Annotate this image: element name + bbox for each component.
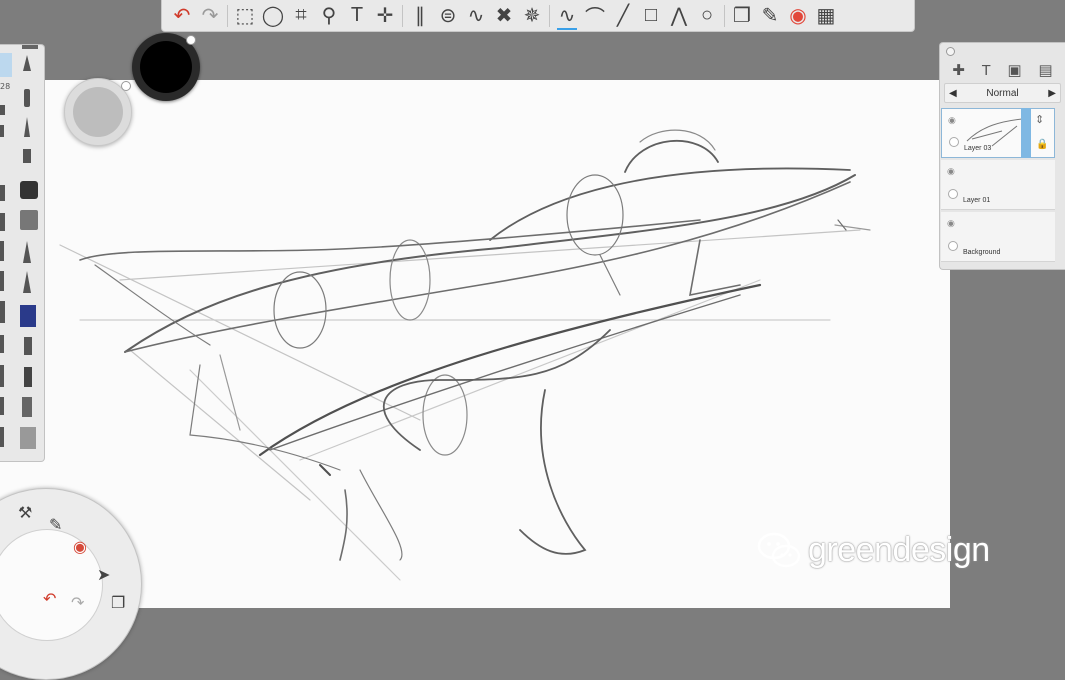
layer-name: Background	[963, 249, 1001, 256]
ruler-icon[interactable]: ∥	[406, 2, 434, 30]
copy-icon[interactable]: ❐	[111, 593, 125, 613]
layer-item[interactable]: ◉ Background	[941, 212, 1055, 262]
rectangle-icon[interactable]: □	[637, 2, 665, 30]
visibility-eye-icon[interactable]: ◉	[948, 115, 956, 126]
visibility-eye-icon[interactable]: ◉	[947, 218, 955, 229]
primary-color-dot	[186, 35, 196, 45]
undo-icon[interactable]: ↶	[168, 2, 196, 30]
brush-icon[interactable]: ✎	[49, 515, 62, 535]
toolbar-separator	[549, 4, 550, 27]
layer-opacity-icon[interactable]: ⇕	[1035, 113, 1044, 126]
text-icon[interactable]: T	[343, 2, 371, 30]
watermark-text: greendesign	[808, 530, 990, 569]
tools-icon[interactable]: ⚒	[18, 503, 32, 523]
color-wheel-icon[interactable]: ◉	[73, 537, 87, 557]
layer-tools: ✚ T ▣ ▤	[940, 59, 1065, 81]
layer-select-radio[interactable]	[948, 241, 958, 251]
drawing-canvas[interactable]	[0, 80, 950, 608]
chevron-left-icon[interactable]: ◀	[949, 88, 957, 99]
circle-icon[interactable]: ○	[693, 2, 721, 30]
secondary-color-puck[interactable]	[64, 78, 132, 146]
primary-color-puck[interactable]	[132, 33, 200, 101]
brush-presets[interactable]: 28	[0, 45, 44, 461]
primary-color-swatch	[140, 41, 192, 93]
ellipse-guide-icon[interactable]: ⊜	[434, 2, 462, 30]
color-wheel-icon[interactable]: ◉	[784, 2, 812, 30]
select-arrow-icon[interactable]: ➤	[97, 565, 110, 585]
brush-library-icon[interactable]: ✎	[756, 2, 784, 30]
toolbar-separator	[227, 4, 228, 27]
blend-mode-label: Normal	[986, 87, 1019, 99]
undo-icon[interactable]: ↶	[43, 589, 56, 609]
add-text-layer-icon[interactable]: T	[982, 62, 991, 79]
freehand-line-icon[interactable]: ∿	[553, 2, 581, 30]
secondary-color-swatch	[73, 87, 123, 137]
radial-symmetry-icon[interactable]: ✵	[518, 2, 546, 30]
zoom-icon[interactable]: ⚲	[315, 2, 343, 30]
layer-item[interactable]: ◉ Layer 01	[941, 160, 1055, 210]
sketch-drawing	[59, 129, 871, 581]
brush-size-label: 28	[0, 82, 10, 91]
add-image-icon[interactable]: ▣	[1008, 61, 1022, 79]
main-toolbar: ↶ ↷ ⬚ ◯ ⌗ ⚲ T ✛ ∥ ⊜ ∿ ✖ ✵ ∿ ⌒ ╱ □ ⋀ ○ ❐ ✎ ◉ ▦	[161, 0, 915, 32]
layer-scroll-indicator	[1021, 108, 1031, 158]
redo-icon[interactable]: ↷	[196, 2, 224, 30]
panel-close-icon[interactable]	[946, 47, 955, 56]
brush-library-panel: 28	[0, 44, 45, 462]
layer-select-radio[interactable]	[948, 189, 958, 199]
chevron-right-icon[interactable]: ▶	[1048, 88, 1056, 99]
toolbar-separator	[724, 4, 725, 27]
watermark: greendesign	[756, 530, 990, 570]
layer-lock-icon[interactable]: 🔒	[1036, 139, 1048, 150]
curve-line-icon[interactable]: ⌒	[581, 2, 609, 30]
radial-menu-center	[0, 529, 103, 641]
rect-select-icon[interactable]: ⬚	[231, 2, 259, 30]
redo-icon[interactable]: ↷	[71, 593, 84, 613]
blend-mode-selector[interactable]: ◀ Normal ▶	[944, 83, 1061, 103]
move-icon[interactable]: ✛	[371, 2, 399, 30]
polyline-icon[interactable]: ⋀	[665, 2, 693, 30]
lasso-icon[interactable]: ◯	[259, 2, 287, 30]
layer-select-radio[interactable]	[949, 137, 959, 147]
layer-name: Layer 01	[963, 197, 991, 204]
copy-paste-icon[interactable]: ❐	[728, 2, 756, 30]
wechat-icon	[757, 532, 801, 568]
color-puck-icon[interactable]: ▦	[812, 2, 840, 30]
add-layer-icon[interactable]: ✚	[952, 61, 965, 79]
secondary-color-dot	[121, 81, 131, 91]
crop-icon[interactable]: ⌗	[287, 2, 315, 30]
toolbar-separator	[402, 4, 403, 27]
symmetry-icon[interactable]: ✖	[490, 2, 518, 30]
straight-line-icon[interactable]: ╱	[609, 2, 637, 30]
trash-icon[interactable]: ▤	[1038, 61, 1052, 79]
french-curve-icon[interactable]: ∿	[462, 2, 490, 30]
layers-panel: ✚ T ▣ ▤ ◀ Normal ▶ ◉ Layer 03 ◉ Layer 01…	[939, 42, 1065, 270]
layer-name: Layer 03	[964, 145, 992, 152]
visibility-eye-icon[interactable]: ◉	[947, 166, 955, 177]
